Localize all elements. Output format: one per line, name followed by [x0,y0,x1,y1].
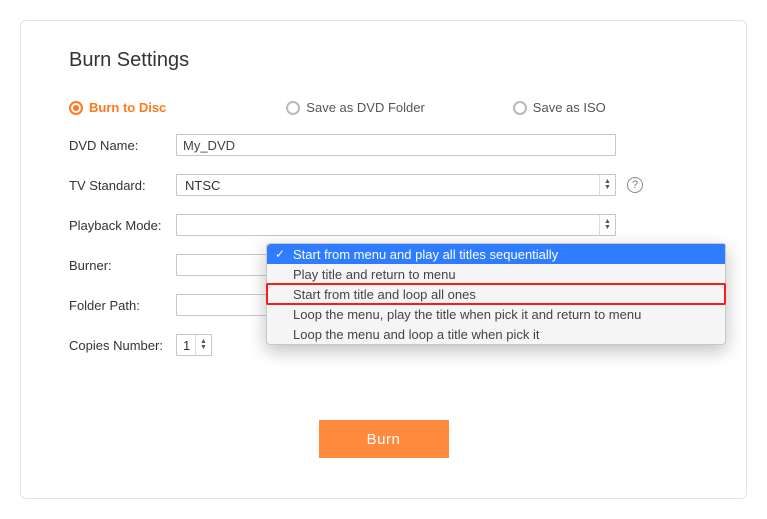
select-arrows-icon: ▲▼ [599,175,615,195]
radio-label: Save as ISO [533,100,606,115]
folder-path-label: Folder Path: [69,298,176,313]
playback-mode-row: Playback Mode: ▲▼ [69,213,698,237]
dvd-name-label: DVD Name: [69,138,176,153]
tv-standard-value: NTSC [185,178,220,193]
copies-number-label: Copies Number: [69,338,176,353]
playback-option-label: Loop the menu, play the title when pick … [293,307,641,322]
playback-option-1[interactable]: Play title and return to menu [267,264,725,284]
burn-button-label: Burn [367,431,401,448]
dvd-name-row: DVD Name: [69,133,698,157]
playback-option-3[interactable]: Loop the menu, play the title when pick … [267,304,725,324]
radio-icon [286,101,300,115]
playback-option-0[interactable]: ✓ Start from menu and play all titles se… [267,244,725,264]
burner-label: Burner: [69,258,176,273]
playback-option-label: Start from title and loop all ones [293,287,476,302]
tv-standard-help[interactable]: ? [626,176,644,194]
check-icon: ✓ [275,247,285,261]
burn-button[interactable]: Burn [319,420,449,458]
copies-number-value: 1 [183,338,190,353]
radio-icon [69,101,83,115]
output-type-radio-group: Burn to Disc Save as DVD Folder Save as … [69,100,698,115]
playback-option-label: Start from menu and play all titles sequ… [293,247,558,262]
playback-option-label: Loop the menu and loop a title when pick… [293,327,539,342]
playback-option-4[interactable]: Loop the menu and loop a title when pick… [267,324,725,344]
playback-mode-label: Playback Mode: [69,218,176,233]
burn-settings-panel: Burn Settings Burn to Disc Save as DVD F… [20,20,747,499]
help-icon: ? [627,177,643,193]
page-title: Burn Settings [69,49,698,72]
radio-save-as-dvd-folder[interactable]: Save as DVD Folder [286,100,425,115]
playback-mode-dropdown[interactable]: ▲▼ ✓ Start from menu and play all titles… [266,243,726,345]
tv-standard-label: TV Standard: [69,178,176,193]
tv-standard-row: TV Standard: NTSC ▲▼ ? [69,173,698,197]
copies-number-stepper[interactable]: 1 ▲▼ [176,334,212,356]
radio-icon [513,101,527,115]
select-arrows-icon: ▲▼ [599,215,615,235]
radio-burn-to-disc[interactable]: Burn to Disc [69,100,166,115]
playback-option-label: Play title and return to menu [293,267,456,282]
tv-standard-select[interactable]: NTSC ▲▼ [176,174,616,196]
radio-label: Save as DVD Folder [306,100,425,115]
stepper-arrows-icon: ▲▼ [195,335,211,355]
radio-label: Burn to Disc [89,100,166,115]
radio-save-as-iso[interactable]: Save as ISO [513,100,606,115]
playback-option-2[interactable]: Start from title and loop all ones [267,284,725,304]
playback-mode-select[interactable]: ▲▼ [176,214,616,236]
dvd-name-input[interactable] [176,134,616,156]
